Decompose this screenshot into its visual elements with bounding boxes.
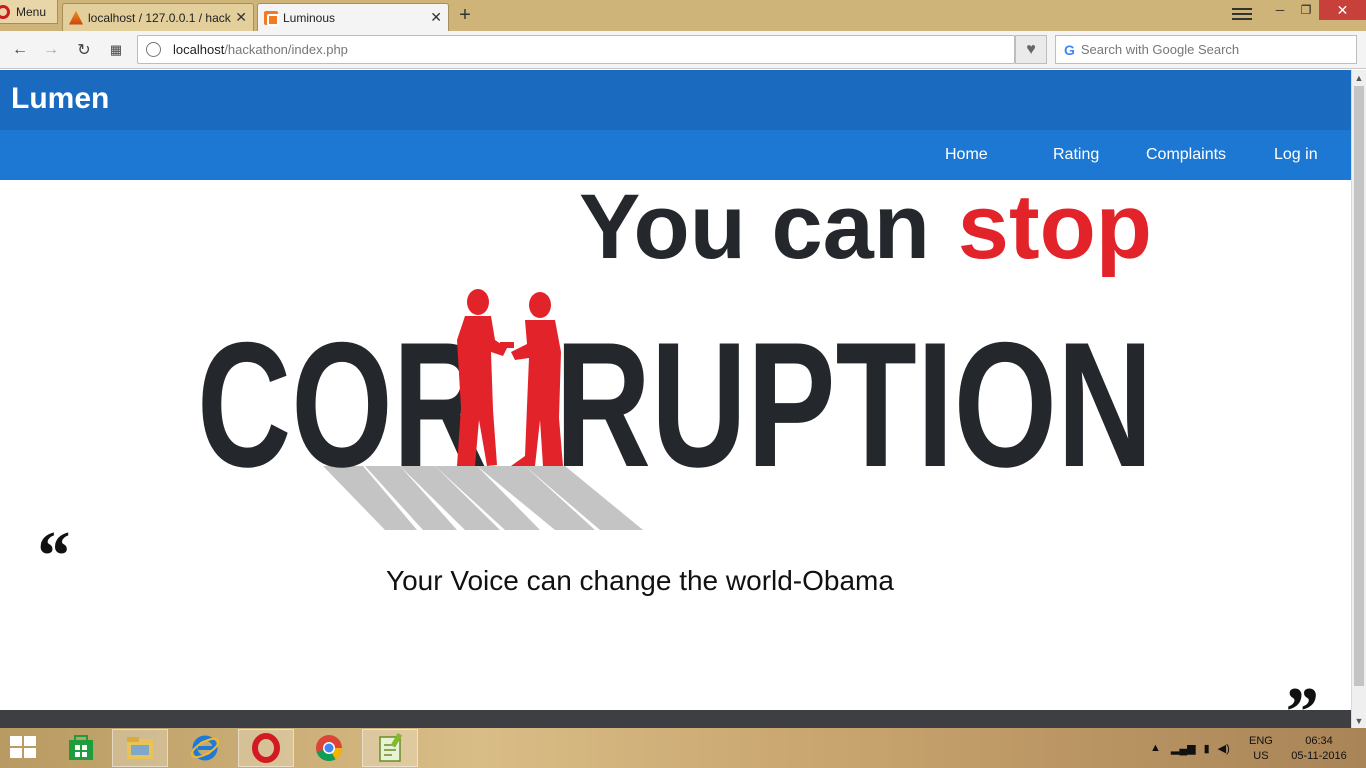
forward-arrow-icon[interactable]: → (41, 40, 61, 60)
search-placeholder: Search with Google Search (1080, 42, 1240, 57)
nav-login-link[interactable]: Log in (1274, 146, 1318, 164)
back-arrow-icon[interactable]: ← (10, 40, 30, 60)
close-tab-icon[interactable]: ✕ (235, 9, 247, 26)
taskbar-clock[interactable]: 06:34 05-11-2016 (1288, 734, 1350, 764)
close-window-icon[interactable]: ✕ (1319, 0, 1366, 20)
vertical-scrollbar[interactable]: ▲ ▼ (1351, 70, 1366, 728)
restore-icon[interactable]: ❐ (1293, 0, 1319, 20)
notepad-plus-icon[interactable] (362, 729, 418, 767)
file-explorer-icon[interactable] (112, 729, 168, 767)
browser-tab-bar: Menu localhost / 127.0.0.1 / hackathon ✕… (0, 0, 1366, 31)
speed-dial-grid-icon[interactable]: ▦ (106, 40, 126, 60)
close-tab-icon[interactable]: ✕ (430, 9, 442, 26)
tab-title: Luminous (283, 10, 336, 25)
site-brand[interactable]: Lumen (11, 82, 109, 116)
url-host: localhost (173, 42, 225, 57)
minimize-icon[interactable]: ─ (1267, 0, 1293, 20)
reload-icon[interactable]: ↻ (74, 40, 94, 60)
web-page: Lumen Home Rating Complaints Log in You … (0, 70, 1351, 710)
tab-phpmyadmin[interactable]: localhost / 127.0.0.1 / hackathon ✕ (62, 3, 254, 31)
chrome-icon[interactable] (301, 729, 357, 767)
site-info-icon[interactable] (146, 42, 161, 57)
scroll-down-icon[interactable]: ▼ (1352, 713, 1366, 728)
clock-date: 05-11-2016 (1291, 750, 1347, 762)
search-input[interactable]: G Search with Google Search (1055, 35, 1357, 64)
hero-graphic: You can stop COR RUPTION (197, 180, 1153, 530)
quote-text: Your Voice can change the world-Obama (386, 565, 894, 596)
internet-explorer-icon[interactable] (177, 729, 233, 767)
site-header: Lumen (0, 70, 1351, 130)
window-controls: ─ ❐ ✕ (1267, 0, 1366, 20)
close-quote-mark: ” (1282, 678, 1317, 711)
volume-icon[interactable]: ◀) (1218, 742, 1230, 755)
opera-icon[interactable] (238, 729, 294, 767)
phpmyadmin-icon (69, 10, 83, 25)
network-signal-icon[interactable]: ▂▄▆ (1171, 742, 1196, 755)
url-path: /hackathon/index.php (224, 42, 348, 57)
opera-logo-icon (0, 4, 10, 19)
store-icon[interactable] (53, 729, 109, 767)
hero-word-right: RUPTION (555, 305, 1153, 504)
tab-title: localhost / 127.0.0.1 / hackathon (88, 10, 231, 25)
address-bar[interactable]: localhost/hackathon/index.php (137, 35, 1015, 64)
new-tab-button[interactable]: + (455, 4, 475, 27)
hero-headline-red: stop (958, 180, 1152, 278)
input-language[interactable]: ENG US (1249, 734, 1273, 764)
show-hidden-icons-icon[interactable]: ▲ (1150, 742, 1161, 754)
page-footer (0, 710, 1351, 728)
windows-start-icon[interactable] (10, 736, 38, 760)
xampp-icon (264, 10, 279, 26)
hero-headline-dark: You can (579, 180, 930, 278)
browser-toolbar: ← → ↻ ▦ localhost/hackathon/index.php ♥ … (0, 31, 1366, 69)
tab-menu-icon[interactable] (1232, 8, 1252, 22)
nav-rating-link[interactable]: Rating (1053, 146, 1099, 164)
windows-taskbar: ▲ ▂▄▆ ▮ ◀) ENG US 06:34 05-11-2016 (0, 728, 1366, 768)
hero-banner: You can stop COR RUPTION (195, 180, 1160, 532)
system-tray: ▲ ▂▄▆ ▮ ◀) (1150, 728, 1230, 768)
hero-word-left: COR (197, 305, 487, 504)
tab-luminous[interactable]: Luminous ✕ (257, 3, 449, 31)
region-code: US (1253, 750, 1269, 762)
menu-label: Menu (16, 4, 47, 19)
power-icon[interactable]: ▮ (1204, 742, 1210, 755)
google-icon: G (1064, 41, 1075, 58)
clock-time: 06:34 (1305, 735, 1333, 747)
browser-menu-button[interactable]: Menu (0, 0, 58, 24)
scroll-up-icon[interactable]: ▲ (1352, 70, 1366, 85)
language-code: ENG (1249, 735, 1273, 747)
bookmark-heart-icon[interactable]: ♥ (1015, 35, 1047, 64)
scrollbar-thumb[interactable] (1354, 86, 1364, 686)
site-navbar: Home Rating Complaints Log in (0, 130, 1351, 180)
open-quote-mark: “ (34, 518, 69, 595)
nav-complaints-link[interactable]: Complaints (1146, 146, 1226, 164)
nav-home-link[interactable]: Home (945, 146, 988, 164)
